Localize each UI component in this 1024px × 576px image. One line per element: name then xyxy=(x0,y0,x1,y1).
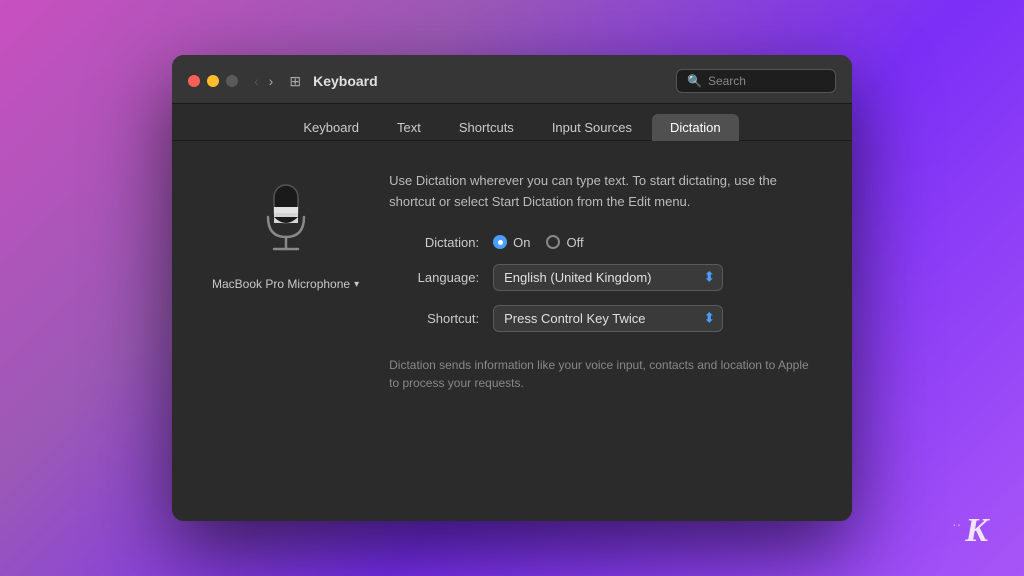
back-arrow-icon[interactable]: ‹ xyxy=(252,73,261,89)
dictation-radio-group: On Off xyxy=(493,235,583,250)
titlebar: ‹ › ⊞ Keyboard 🔍 Search xyxy=(172,55,852,104)
grid-icon[interactable]: ⊞ xyxy=(289,73,301,90)
tab-shortcuts[interactable]: Shortcuts xyxy=(441,114,532,141)
tab-input-sources[interactable]: Input Sources xyxy=(534,114,650,141)
on-label: On xyxy=(513,235,530,250)
dictation-toggle-row: Dictation: On Off xyxy=(389,235,812,250)
system-preferences-window: ‹ › ⊞ Keyboard 🔍 Search Keyboard Text Sh… xyxy=(172,55,852,521)
watermark: ·· K xyxy=(952,512,988,550)
tab-keyboard[interactable]: Keyboard xyxy=(285,114,377,141)
k-logo: K xyxy=(965,512,988,550)
maximize-button[interactable] xyxy=(226,75,238,87)
radio-off-circle[interactable] xyxy=(546,235,560,249)
microphone-icon xyxy=(256,181,316,261)
shortcut-label: Shortcut: xyxy=(389,311,479,326)
window-title: Keyboard xyxy=(313,73,676,89)
language-row: Language: English (United Kingdom) Engli… xyxy=(389,264,812,291)
footer-note: Dictation sends information like your vo… xyxy=(389,356,812,392)
content-area: MacBook Pro Microphone ▾ Use Dictation w… xyxy=(172,141,852,521)
mic-section: MacBook Pro Microphone ▾ xyxy=(212,171,359,291)
forward-arrow-icon[interactable]: › xyxy=(267,73,276,89)
dictation-off-option[interactable]: Off xyxy=(546,235,583,250)
radio-on-circle[interactable] xyxy=(493,235,507,249)
tab-text[interactable]: Text xyxy=(379,114,439,141)
traffic-lights xyxy=(188,75,238,87)
dictation-on-option[interactable]: On xyxy=(493,235,530,250)
language-label: Language: xyxy=(389,270,479,285)
shortcut-dropdown[interactable]: Press Control Key Twice Press Fn (Functi… xyxy=(493,305,723,332)
language-dropdown[interactable]: English (United Kingdom) English (United… xyxy=(493,264,723,291)
language-dropdown-wrapper: English (United Kingdom) English (United… xyxy=(493,264,723,291)
main-area: MacBook Pro Microphone ▾ Use Dictation w… xyxy=(212,171,812,392)
minimize-button[interactable] xyxy=(207,75,219,87)
dictation-label: Dictation: xyxy=(389,235,479,250)
mic-dropdown-icon: ▾ xyxy=(354,279,359,290)
description-text: Use Dictation wherever you can type text… xyxy=(389,171,812,213)
shortcut-row: Shortcut: Press Control Key Twice Press … xyxy=(389,305,812,332)
settings-section: Use Dictation wherever you can type text… xyxy=(389,171,812,392)
tabs-bar: Keyboard Text Shortcuts Input Sources Di… xyxy=(172,104,852,141)
close-button[interactable] xyxy=(188,75,200,87)
tab-dictation[interactable]: Dictation xyxy=(652,114,739,141)
microphone-label[interactable]: MacBook Pro Microphone ▾ xyxy=(212,277,359,291)
search-icon: 🔍 xyxy=(687,74,702,88)
shortcut-dropdown-wrapper: Press Control Key Twice Press Fn (Functi… xyxy=(493,305,723,332)
search-placeholder: Search xyxy=(708,74,746,88)
search-box[interactable]: 🔍 Search xyxy=(676,69,836,93)
dots-icon: ·· xyxy=(952,516,961,532)
off-label: Off xyxy=(566,235,583,250)
nav-arrows: ‹ › xyxy=(252,73,275,89)
